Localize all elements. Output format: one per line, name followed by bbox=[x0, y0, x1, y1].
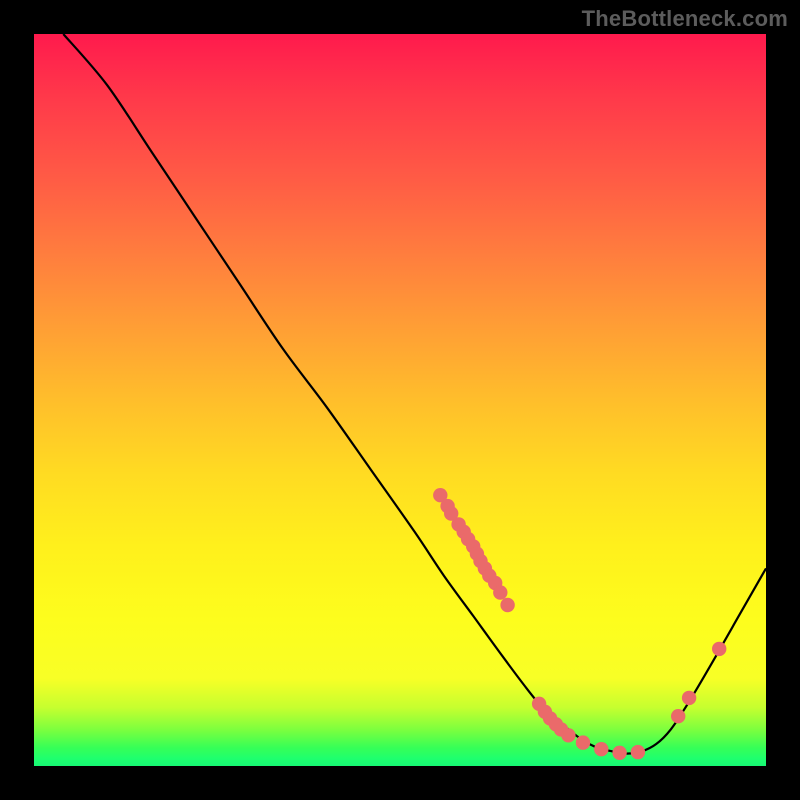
data-point bbox=[631, 745, 645, 759]
data-point bbox=[561, 728, 575, 742]
chart-area bbox=[34, 34, 766, 766]
bottleneck-curve bbox=[63, 34, 766, 754]
plot-svg bbox=[34, 34, 766, 766]
watermark-text: TheBottleneck.com bbox=[582, 6, 788, 32]
highlight-dots bbox=[433, 488, 726, 760]
data-point bbox=[671, 709, 685, 723]
data-point bbox=[500, 598, 514, 612]
data-point bbox=[612, 746, 626, 760]
data-point bbox=[493, 585, 507, 599]
data-point bbox=[712, 642, 726, 656]
data-point bbox=[594, 742, 608, 756]
data-point bbox=[576, 735, 590, 749]
data-point bbox=[682, 691, 696, 705]
